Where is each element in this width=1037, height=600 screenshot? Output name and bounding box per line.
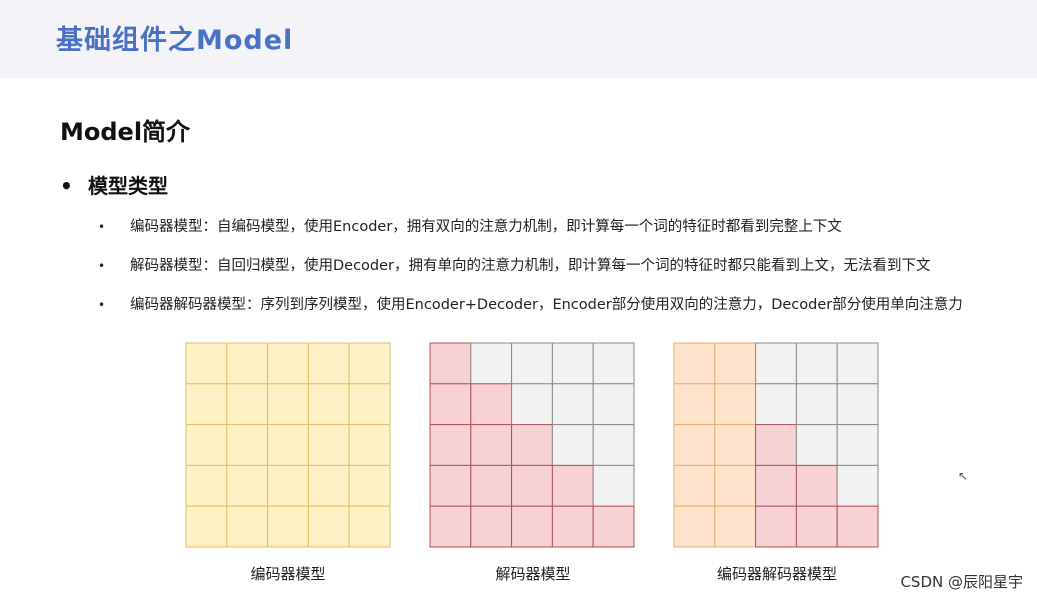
- mask-cell: [348, 383, 391, 426]
- mask-cell: [470, 342, 513, 385]
- mask-cell: [185, 383, 228, 426]
- mask-cell: [592, 464, 635, 507]
- mask-cell: [673, 505, 716, 548]
- mask-cell: [795, 505, 838, 548]
- mask-cell: [673, 383, 716, 426]
- mask-cell: [348, 424, 391, 466]
- mask-cell: [470, 505, 513, 548]
- mask-cell: [714, 464, 757, 507]
- mask-cell: [714, 383, 757, 426]
- mask-cell: [592, 342, 635, 385]
- mouse-cursor-icon: ↖: [958, 469, 969, 483]
- mask-grid-prefix: [673, 342, 879, 548]
- mask-cell: [836, 424, 879, 466]
- mask-cell: [673, 464, 716, 507]
- mask-cell: [470, 464, 513, 507]
- mask-cell: [429, 342, 472, 385]
- mask-cell: [226, 424, 269, 466]
- mask-cell: [592, 505, 635, 548]
- mask-cell: [714, 424, 757, 466]
- mask-cell: [551, 342, 594, 385]
- mask-cell: [307, 505, 350, 548]
- mask-cell: [185, 464, 228, 507]
- mask-cell: [795, 383, 838, 426]
- mask-cell: [185, 424, 228, 466]
- mask-cell: [755, 342, 797, 385]
- mask-cell: [592, 383, 635, 426]
- mask-cell: [836, 464, 879, 507]
- mask-cell: [836, 342, 879, 385]
- caption-decoder: 解码器模型: [495, 565, 571, 583]
- mask-cell: [470, 383, 513, 426]
- mask-cell: [551, 505, 594, 548]
- mask-cell: [348, 342, 391, 385]
- mask-cell: [429, 505, 472, 548]
- caption-encoder-decoder: 编码器解码器模型: [716, 565, 837, 583]
- mask-cell: [511, 342, 553, 385]
- mask-cell: [511, 505, 553, 548]
- mask-cell: [755, 424, 797, 466]
- mask-cell: [673, 342, 716, 385]
- mask-cell: [267, 464, 309, 507]
- mask-cell: [673, 424, 716, 466]
- mask-cell: [267, 505, 309, 548]
- mask-cell: [307, 424, 350, 466]
- watermark: CSDN @辰阳星宇: [900, 573, 1023, 591]
- mask-cell: [226, 464, 269, 507]
- mask-cell: [551, 424, 594, 466]
- mask-cell: [267, 424, 309, 466]
- mask-cell: [755, 383, 797, 426]
- mask-cell: [795, 342, 838, 385]
- mask-cell: [592, 424, 635, 466]
- mask-cell: [185, 342, 228, 385]
- mask-cell: [836, 505, 879, 548]
- mask-cell: [836, 383, 879, 426]
- mask-cell: [714, 342, 757, 385]
- mask-cell: [307, 464, 350, 507]
- mask-cell: [551, 383, 594, 426]
- attention-mask-diagrams: [185, 342, 879, 548]
- mask-cell: [511, 383, 553, 426]
- mask-cell: [348, 505, 391, 548]
- mask-cell: [226, 383, 269, 426]
- mask-cell: [511, 464, 553, 507]
- mask-cell: [755, 505, 797, 548]
- mask-cell: [307, 342, 350, 385]
- mask-cell: [795, 424, 838, 466]
- mask-cell: [348, 464, 391, 507]
- mask-grid-full: [185, 342, 391, 548]
- mask-cell: [307, 383, 350, 426]
- mask-cell: [226, 505, 269, 548]
- mask-cell: [511, 424, 553, 466]
- mask-cell: [185, 505, 228, 548]
- mask-cell: [429, 424, 472, 466]
- mask-grid-causal: [429, 342, 635, 548]
- mask-cell: [429, 383, 472, 426]
- mask-cell: [267, 342, 309, 385]
- mask-cell: [714, 505, 757, 548]
- mask-cell: [551, 464, 594, 507]
- mask-cell: [470, 424, 513, 466]
- mask-cell: [267, 383, 309, 426]
- mask-cell: [755, 464, 797, 507]
- mask-cell: [226, 342, 269, 385]
- mask-cell: [795, 464, 838, 507]
- mask-cell: [429, 464, 472, 507]
- caption-encoder: 编码器模型: [250, 565, 326, 583]
